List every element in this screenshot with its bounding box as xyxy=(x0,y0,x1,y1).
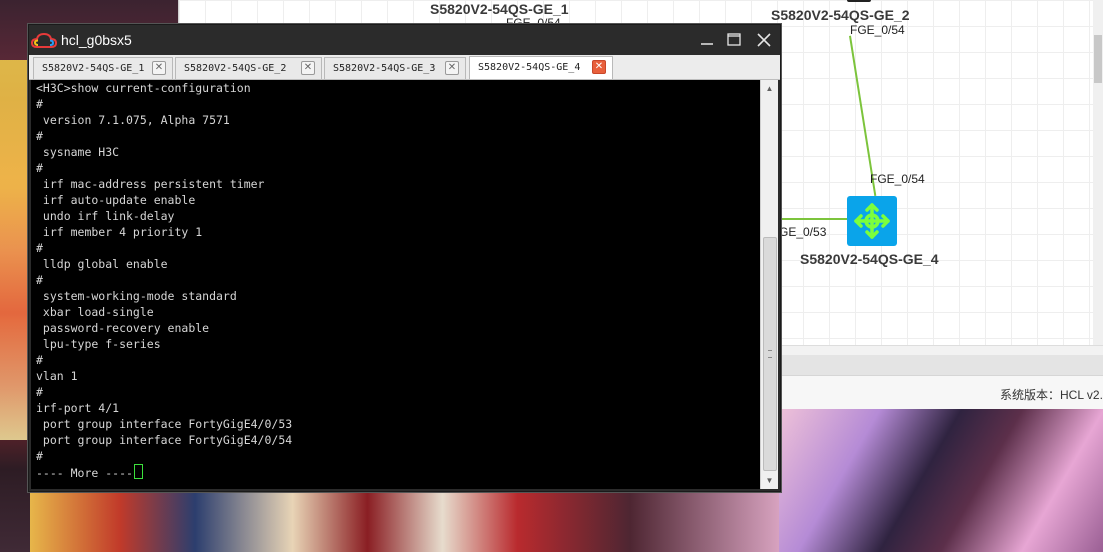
console-line: # xyxy=(36,129,43,143)
console-line: # xyxy=(36,353,43,367)
more-prompt-line: ---- More ---- xyxy=(36,464,143,480)
tab-ge2[interactable]: S5820V2-54QS-GE_2 ✕ xyxy=(175,57,322,79)
grip-icon xyxy=(768,350,772,358)
session-tab-bar: S5820V2-54QS-GE_1 ✕ S5820V2-54QS-GE_2 ✕ … xyxy=(29,55,780,80)
console-line: irf mac-address persistent timer xyxy=(36,177,265,191)
console-line: lpu-type f-series xyxy=(36,337,161,351)
console-line: # xyxy=(36,241,43,255)
tab-label: S5820V2-54QS-GE_4 xyxy=(478,62,581,73)
device-label-ge4[interactable]: S5820V2-54QS-GE_4 xyxy=(800,251,939,267)
console-line: password-recovery enable xyxy=(36,321,210,335)
canvas-vertical-scrollbar[interactable] xyxy=(1093,0,1103,345)
console-line: # xyxy=(36,161,43,175)
tab-ge3[interactable]: S5820V2-54QS-GE_3 ✕ xyxy=(324,57,466,79)
device-icon-partial[interactable] xyxy=(847,0,871,2)
scroll-up-icon[interactable]: ▲ xyxy=(761,80,778,97)
tab-close-icon[interactable]: ✕ xyxy=(445,61,459,75)
console-line: lldp global enable xyxy=(36,257,168,271)
link-ge4-left[interactable] xyxy=(779,218,847,220)
scroll-thumb[interactable] xyxy=(1094,35,1102,83)
port-label-ge4-left: GE_0/53 xyxy=(779,225,827,239)
port-label-ge2: FGE_0/54 xyxy=(850,23,905,37)
terminal-window: hcl_g0bsx5 S5820V2-54QS-GE_1 ✕ S5820V2-5… xyxy=(28,24,781,492)
tab-label: S5820V2-54QS-GE_1 xyxy=(42,63,145,74)
console-line: sysname H3C xyxy=(36,145,120,159)
more-prompt: ---- More ---- xyxy=(36,466,133,480)
tab-label: S5820V2-54QS-GE_2 xyxy=(184,63,287,74)
scroll-thumb[interactable] xyxy=(763,237,777,471)
console-line: # xyxy=(36,273,43,287)
console-line: xbar load-single xyxy=(36,305,154,319)
tab-close-icon[interactable]: ✕ xyxy=(301,61,315,75)
text-cursor xyxy=(133,464,143,479)
console-line: irf member 4 priority 1 xyxy=(36,225,203,239)
console-line: system-working-mode standard xyxy=(36,289,237,303)
console-line: irf-port 4/1 xyxy=(36,401,120,415)
close-icon[interactable] xyxy=(753,29,775,51)
console-line: # xyxy=(36,449,43,463)
desktop-wallpaper-bottom xyxy=(30,488,780,552)
console-line: # xyxy=(36,97,43,111)
device-label-ge1[interactable]: S5820V2-54QS-GE_1 xyxy=(430,1,569,17)
console-line: irf auto-update enable xyxy=(36,193,196,207)
terminal-titlebar[interactable]: hcl_g0bsx5 xyxy=(29,25,780,55)
cloud-icon xyxy=(30,32,58,48)
tab-ge4[interactable]: S5820V2-54QS-GE_4 ✕ xyxy=(469,56,613,79)
console-line: port group interface FortyGigE4/0/53 xyxy=(36,417,293,431)
console-line: vlan 1 xyxy=(36,369,78,383)
console-line: version 7.1.075, Alpha 7571 xyxy=(36,113,230,127)
console-line: undo irf link-delay xyxy=(36,209,175,223)
tab-label: S5820V2-54QS-GE_3 xyxy=(333,63,436,74)
desktop-wallpaper-right xyxy=(779,408,1103,552)
terminal-console[interactable]: <H3C>show current-configuration # versio… xyxy=(31,80,760,489)
device-label-ge2[interactable]: S5820V2-54QS-GE_2 xyxy=(771,7,910,23)
terminal-title: hcl_g0bsx5 xyxy=(61,32,132,48)
tab-ge1[interactable]: S5820V2-54QS-GE_1 ✕ xyxy=(33,57,173,79)
maximize-icon[interactable] xyxy=(723,29,745,51)
scroll-down-icon[interactable]: ▼ xyxy=(761,472,778,489)
console-line: # xyxy=(36,385,43,399)
version-text: 系统版本：HCL v2. xyxy=(1000,388,1103,402)
console-scrollbar[interactable]: ▲ ▼ xyxy=(760,80,778,489)
tab-close-icon[interactable]: ✕ xyxy=(152,61,166,75)
console-line: port group interface FortyGigE4/0/54 xyxy=(36,433,293,447)
tab-close-icon[interactable]: ✕ xyxy=(592,60,606,74)
port-label-ge4-top: FGE_0/54 xyxy=(870,172,925,186)
minimize-icon[interactable] xyxy=(696,29,718,51)
router-switch-icon[interactable] xyxy=(847,196,897,246)
console-line: <H3C>show current-configuration xyxy=(36,81,251,95)
